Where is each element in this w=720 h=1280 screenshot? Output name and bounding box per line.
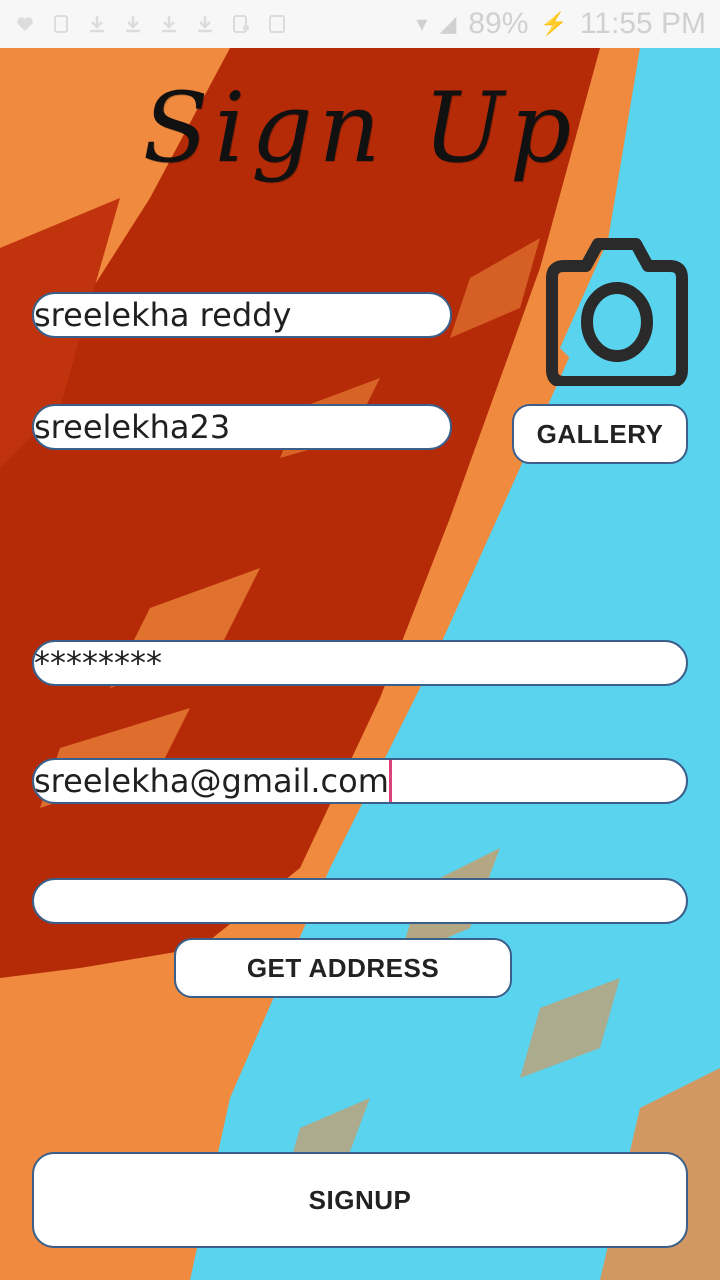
address-field[interactable] (32, 878, 688, 924)
password-field[interactable]: ******** (32, 640, 688, 686)
screenshot-icon (230, 13, 252, 35)
notification-icons (14, 13, 288, 35)
text-cursor (388, 760, 392, 802)
charging-icon: ⚡ (540, 11, 568, 36)
status-right: ▾ ◢ 89% ⚡ 11:55 PM (416, 7, 706, 41)
time-text: 11:55 PM (579, 7, 706, 40)
email-field[interactable]: sreelekha@gmail.com (32, 758, 688, 804)
download-icon (86, 13, 108, 35)
gallery-button[interactable]: GALLERY (512, 404, 688, 464)
get-address-button[interactable]: GET ADDRESS (174, 938, 512, 998)
email-field-value: sreelekha@gmail.com (34, 762, 389, 800)
camera-icon[interactable] (546, 238, 688, 388)
battery-text: 89% (468, 7, 529, 40)
password-field-value: ******** (34, 644, 162, 682)
download-icon (158, 13, 180, 35)
wifi-icon: ▾ (416, 11, 428, 36)
heart-icon (14, 13, 36, 35)
signal-icon: ◢ (439, 11, 457, 36)
sim-icon (50, 13, 72, 35)
name-field[interactable]: sreelekha reddy (32, 292, 452, 338)
username-field[interactable]: sreelekha23 (32, 404, 452, 450)
download-icon (122, 13, 144, 35)
username-field-value: sreelekha23 (34, 408, 231, 446)
status-bar: ▾ ◢ 89% ⚡ 11:55 PM (0, 0, 720, 48)
download-icon (194, 13, 216, 35)
name-field-value: sreelekha reddy (34, 296, 292, 334)
image-icon (266, 13, 288, 35)
signup-button[interactable]: SIGNUP (32, 1152, 688, 1248)
page-title: Sign Up (142, 72, 578, 184)
